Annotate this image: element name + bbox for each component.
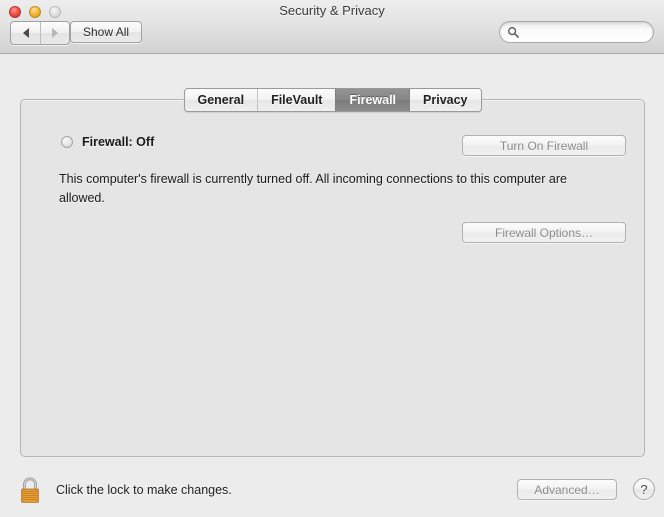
triangle-right-icon: [52, 28, 58, 38]
lock-closed-icon[interactable]: [16, 474, 44, 506]
tab-privacy[interactable]: Privacy: [409, 89, 481, 111]
show-all-button[interactable]: Show All: [70, 21, 143, 43]
window-title: Security & Privacy: [279, 3, 385, 18]
search-field[interactable]: [499, 21, 654, 43]
back-button[interactable]: [11, 22, 40, 44]
firewall-options-button[interactable]: Firewall Options…: [462, 222, 626, 243]
firewall-tab-panel: Firewall: Off This computer's firewall i…: [20, 99, 645, 457]
turn-on-firewall-button[interactable]: Turn On Firewall: [462, 135, 626, 156]
search-icon: [508, 26, 519, 38]
navigation-segmented-control: [10, 21, 70, 45]
status-circle-off-icon: [61, 136, 73, 148]
tab-general[interactable]: General: [184, 89, 258, 111]
triangle-left-icon: [22, 28, 29, 38]
tab-filevault[interactable]: FileVault: [257, 89, 336, 111]
help-button[interactable]: ?: [633, 478, 655, 500]
firewall-status-row: Firewall: Off: [61, 135, 154, 149]
security-privacy-window: Security & Privacy Show All Firewall: Of…: [0, 0, 664, 517]
tab-strip: General FileVault Firewall Privacy: [183, 88, 482, 112]
advanced-button[interactable]: Advanced…: [517, 479, 617, 500]
preferences-tabview: Firewall: Off This computer's firewall i…: [20, 88, 645, 457]
forward-button: [40, 22, 69, 44]
tab-firewall[interactable]: Firewall: [335, 89, 410, 111]
search-input[interactable]: [520, 23, 653, 41]
lock-row[interactable]: Click the lock to make changes.: [16, 474, 232, 506]
firewall-description-text: This computer's firewall is currently tu…: [59, 172, 567, 205]
firewall-status-label: Firewall: Off: [82, 135, 155, 149]
lock-label: Click the lock to make changes.: [56, 483, 232, 497]
window-titlebar: Security & Privacy Show All: [0, 0, 664, 54]
tab-bar: General FileVault Firewall Privacy: [20, 88, 645, 112]
